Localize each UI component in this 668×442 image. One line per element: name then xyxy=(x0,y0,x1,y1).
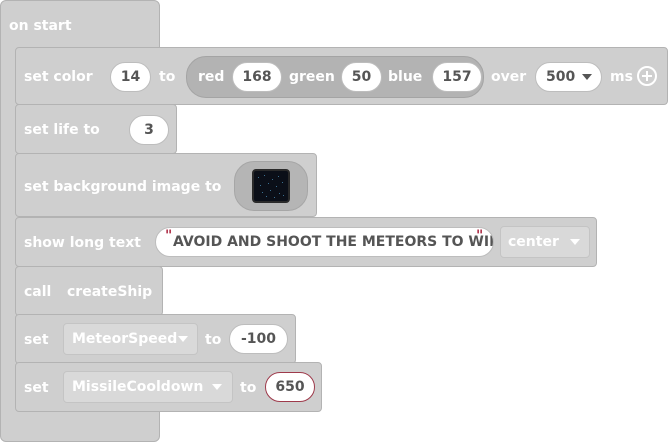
green-label: green xyxy=(289,69,335,85)
dropdown-arrow-icon xyxy=(570,239,580,245)
set-background-label: set background image to xyxy=(24,179,222,195)
set-color-label: set color xyxy=(24,69,93,85)
open-quote-icon: " xyxy=(165,228,173,244)
set-meteor-speed-block[interactable]: set MeteorSpeed to -100 xyxy=(15,314,296,364)
rgb-block[interactable]: red 168 green 50 blue 157 xyxy=(186,56,484,98)
duration-dropdown[interactable]: 500 xyxy=(535,62,602,92)
set-life-block[interactable]: set life to 3 xyxy=(15,104,177,154)
call-label: call xyxy=(24,284,52,300)
show-long-text-block[interactable]: show long text " AVOID AND SHOOT THE MET… xyxy=(15,217,597,267)
over-label: over xyxy=(491,69,527,85)
dropdown-arrow-icon xyxy=(582,74,592,80)
long-text-input[interactable]: " AVOID AND SHOOT THE METEORS TO WIN " xyxy=(155,227,494,257)
add-parameter-icon[interactable] xyxy=(637,66,657,86)
show-long-text-label: show long text xyxy=(24,235,141,251)
missile-cooldown-input[interactable]: 650 xyxy=(265,372,315,402)
close-quote-icon: " xyxy=(476,228,484,244)
dropdown-arrow-icon xyxy=(178,336,188,342)
duration-value: 500 xyxy=(546,69,576,85)
to-label: to xyxy=(240,380,257,396)
set-missile-cooldown-block[interactable]: set MissileCooldown to 650 xyxy=(15,362,322,412)
set-color-block[interactable]: set color 14 to red 168 green 50 blue 15… xyxy=(15,47,668,105)
set-life-label: set life to xyxy=(24,122,100,138)
dropdown-arrow-icon xyxy=(212,384,222,390)
blue-input[interactable]: 157 xyxy=(432,62,482,92)
long-text-value: AVOID AND SHOOT THE METEORS TO WIN xyxy=(173,234,494,250)
meteor-speed-variable-dropdown[interactable]: MeteorSpeed xyxy=(63,323,198,355)
to-label: to xyxy=(159,69,176,85)
on-start-label: on start xyxy=(9,18,72,34)
call-function-block[interactable]: call createShip xyxy=(15,266,163,316)
meteor-speed-variable: MeteorSpeed xyxy=(72,331,178,347)
meteor-speed-input[interactable]: -100 xyxy=(229,324,288,354)
set-background-block[interactable]: set background image to xyxy=(15,153,317,217)
text-position-dropdown[interactable]: center xyxy=(500,226,590,258)
set-label: set xyxy=(24,332,49,348)
blue-label: blue xyxy=(388,69,423,85)
life-input[interactable]: 3 xyxy=(129,115,169,145)
function-name[interactable]: createShip xyxy=(67,283,152,301)
image-picker[interactable] xyxy=(234,161,308,211)
green-input[interactable]: 50 xyxy=(341,62,382,92)
to-label: to xyxy=(205,332,222,348)
missile-cooldown-variable: MissileCooldown xyxy=(72,379,204,395)
image-thumbnail-icon xyxy=(252,169,290,203)
missile-cooldown-variable-dropdown[interactable]: MissileCooldown xyxy=(63,371,233,403)
text-position-value: center xyxy=(508,234,559,250)
color-index-input[interactable]: 14 xyxy=(110,62,151,92)
red-label: red xyxy=(198,69,225,85)
set-label: set xyxy=(24,380,49,396)
ms-label: ms xyxy=(610,69,633,85)
red-input[interactable]: 168 xyxy=(232,62,282,92)
starfield-icon xyxy=(258,175,284,198)
